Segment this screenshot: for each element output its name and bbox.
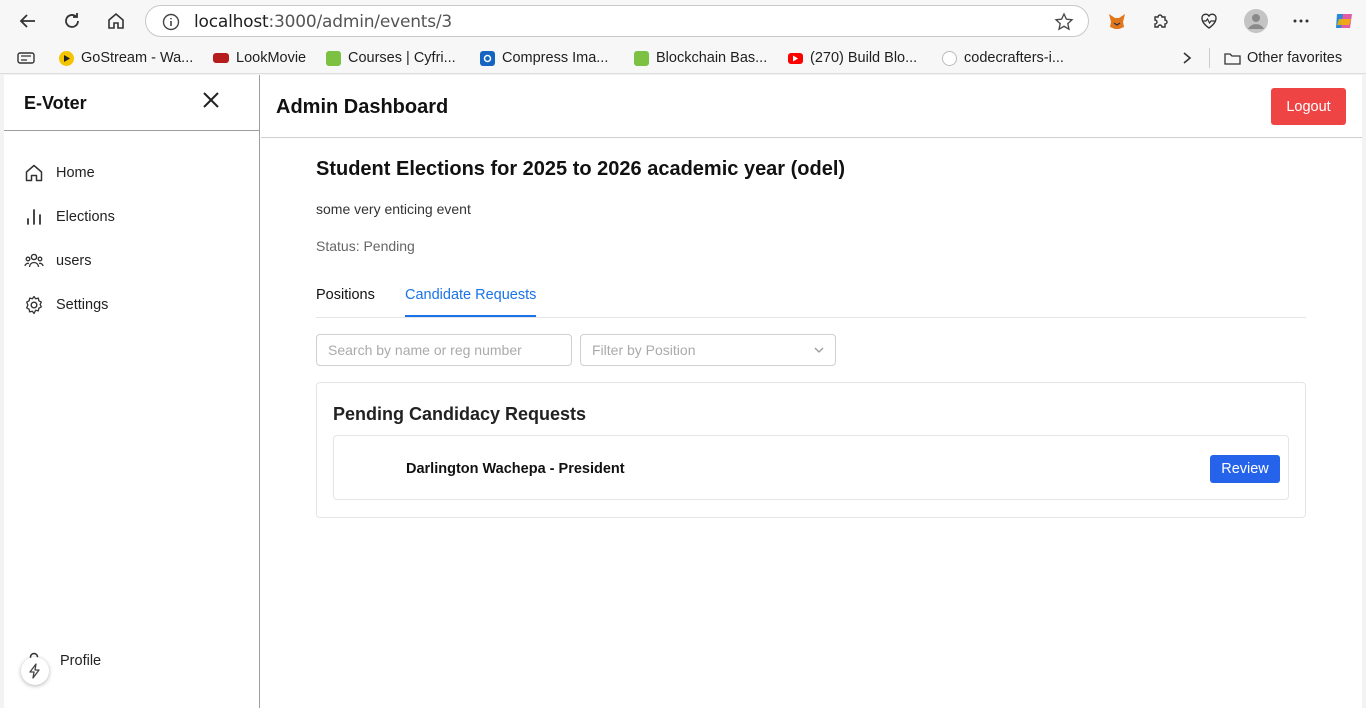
sidebar-item-label: Settings	[56, 297, 109, 313]
brand-title: E-Voter	[24, 93, 87, 113]
bookmark-item[interactable]: GoStream - Wa...	[59, 48, 193, 68]
tab-candidate-requests[interactable]: Candidate Requests	[405, 287, 537, 317]
position-filter-select[interactable]: Filter by Position	[580, 334, 836, 366]
bookmark-item[interactable]: codecrafters-i...	[942, 48, 1064, 68]
reload-icon	[65, 13, 79, 28]
bookmark-label: LookMovie	[236, 50, 307, 66]
back-button[interactable]	[13, 6, 43, 36]
dev-tools-button[interactable]	[21, 657, 49, 685]
heart-pulse-icon	[1201, 13, 1217, 29]
profile-avatar-button[interactable]	[1243, 8, 1269, 34]
sidebar-item-users[interactable]: users	[24, 249, 91, 273]
sidebar-item-label: users	[56, 253, 92, 269]
more-dots-icon	[1293, 19, 1309, 23]
bookmark-item[interactable]: LookMovie	[213, 48, 306, 68]
bookmarks-overflow-button[interactable]	[1181, 48, 1193, 68]
reading-list-button[interactable]	[17, 48, 35, 68]
youtube-icon	[788, 52, 803, 64]
tab-bar: Positions Candidate Requests	[316, 278, 1306, 318]
app-window: E-Voter Home Elections users Settings Pr…	[4, 75, 1362, 708]
browser-toolbar: localhost:3000/admin/events/3	[0, 0, 1366, 42]
chevron-right-icon	[1183, 52, 1192, 64]
github-icon	[942, 50, 957, 66]
logout-button[interactable]: Logout	[1271, 88, 1346, 125]
search-input[interactable]	[316, 334, 572, 366]
health-button[interactable]	[1196, 8, 1222, 34]
fox-icon	[1109, 14, 1125, 29]
bookmark-item[interactable]: (270) Build Blo...	[788, 48, 917, 68]
address-bar[interactable]: localhost:3000/admin/events/3	[145, 5, 1089, 37]
tab-positions[interactable]: Positions	[316, 287, 375, 315]
reload-button[interactable]	[57, 6, 87, 36]
compress-icon	[480, 50, 495, 66]
bookmark-item[interactable]: Compress Ima...	[480, 48, 608, 68]
metamask-extension[interactable]	[1104, 8, 1130, 34]
extensions-button[interactable]	[1148, 8, 1174, 34]
copilot-button[interactable]	[1331, 8, 1357, 34]
sidebar-item-home[interactable]: Home	[24, 161, 95, 185]
request-row: Darlington Wachepa - President Review	[333, 435, 1289, 500]
sidebar: E-Voter Home Elections users Settings Pr…	[4, 75, 260, 708]
event-title: Student Elections for 2025 to 2026 acade…	[316, 158, 846, 180]
gear-icon	[26, 295, 42, 315]
url-path: :3000/admin/events/3	[268, 12, 453, 32]
home-button[interactable]	[101, 6, 131, 36]
url-text: localhost:3000/admin/events/3	[194, 12, 452, 32]
pending-requests-card: Pending Candidacy Requests Darlington Wa…	[316, 382, 1306, 518]
reading-list-icon	[17, 52, 35, 64]
position-filter-placeholder: Filter by Position	[592, 342, 696, 358]
bookmark-label: (270) Build Blo...	[810, 50, 918, 66]
sidebar-item-label: Elections	[56, 209, 115, 225]
avatar-icon	[1244, 9, 1268, 33]
users-icon	[24, 253, 44, 268]
event-description: some very enticing event	[316, 201, 471, 217]
page-header: Admin Dashboard Logout	[261, 75, 1362, 138]
bookmarks-bar: GoStream - Wa... LookMovie Courses | Cyf…	[0, 42, 1366, 74]
bookmark-label: GoStream - Wa...	[81, 50, 194, 66]
review-button[interactable]: Review	[1210, 455, 1280, 483]
more-menu-button[interactable]	[1288, 8, 1314, 34]
bookmark-item[interactable]: Blockchain Bas...	[634, 48, 767, 68]
main-panel: Admin Dashboard Logout Student Elections…	[261, 75, 1362, 708]
event-status: Status: Pending	[316, 238, 415, 254]
candidate-name: Darlington Wachepa - President	[406, 461, 625, 477]
bookmark-label: Compress Ima...	[502, 50, 609, 66]
url-host: localhost	[194, 12, 269, 32]
copilot-icon	[1336, 14, 1352, 28]
browser-home-icon	[108, 12, 124, 29]
other-favorites-label: Other favorites	[1247, 50, 1343, 66]
lookmovie-icon	[213, 53, 229, 63]
sidebar-divider	[4, 130, 260, 131]
sidebar-item-settings[interactable]: Settings	[24, 293, 108, 317]
blockchain-icon	[634, 50, 649, 66]
close-sidebar-button[interactable]	[200, 89, 222, 111]
other-favorites[interactable]: Other favorites	[1209, 48, 1342, 68]
sidebar-item-label: Home	[56, 165, 95, 181]
close-icon	[203, 92, 219, 108]
profile-label: Profile	[60, 653, 102, 669]
folder-icon	[1224, 52, 1241, 65]
chevron-down-icon	[814, 347, 824, 353]
lightning-icon	[29, 663, 40, 679]
puzzle-icon	[1154, 14, 1168, 28]
gostream-icon	[59, 50, 74, 66]
home-icon	[25, 164, 43, 182]
bookmark-label: Courses | Cyfri...	[348, 50, 456, 66]
bookmark-item[interactable]: Courses | Cyfri...	[326, 48, 456, 68]
page-title: Admin Dashboard	[276, 96, 449, 118]
bookmark-label: codecrafters-i...	[964, 50, 1064, 66]
back-arrow-icon	[19, 14, 35, 28]
bar-chart-icon	[27, 209, 41, 225]
sidebar-item-elections[interactable]: Elections	[24, 205, 115, 229]
site-info-icon[interactable]	[162, 13, 180, 31]
cyfrin-icon	[326, 50, 341, 66]
favorite-star-icon[interactable]	[1054, 12, 1074, 32]
pending-requests-title: Pending Candidacy Requests	[333, 404, 587, 424]
bookmark-label: Blockchain Bas...	[656, 50, 768, 66]
